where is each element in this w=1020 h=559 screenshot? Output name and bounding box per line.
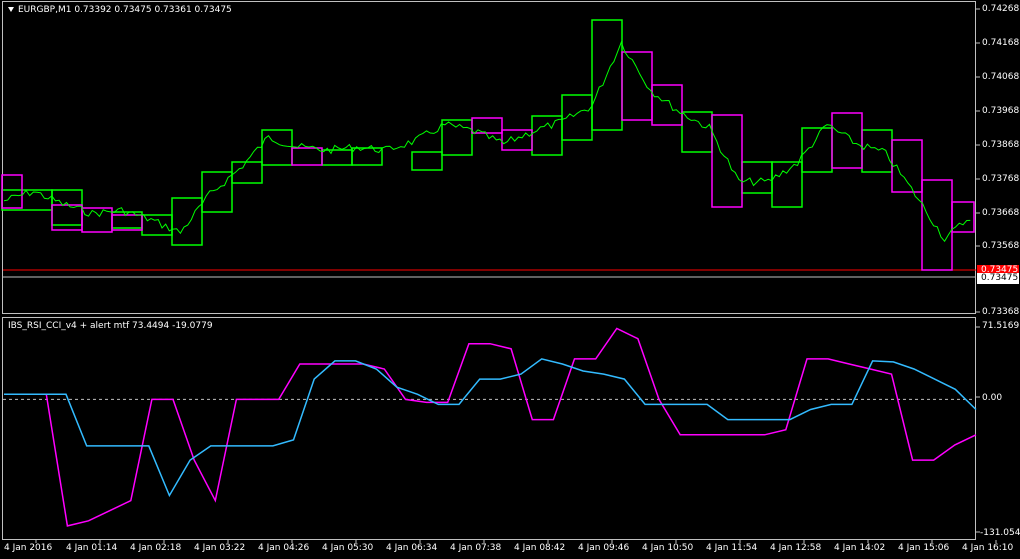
timeframe-box-magenta (711, 114, 743, 208)
timeframe-box-magenta (1, 174, 23, 209)
time-axis-label: 4 Jan 12:58 (770, 543, 822, 553)
price-axis-label: 0.73868 (982, 140, 1020, 150)
indicator-blue-line (4, 358, 977, 498)
timeframe-box-green (441, 119, 473, 156)
price-axis-label: 0.73568 (982, 241, 1020, 251)
time-axis-label: 4 Jan 01:14 (66, 543, 118, 553)
current-price-tag: 0.73475 (977, 273, 1019, 284)
time-axis-label: 4 Jan 15:06 (898, 543, 950, 553)
timeframe-box-magenta (651, 84, 683, 126)
timeframe-box-green (771, 161, 803, 208)
time-axis-label: 4 Jan 05:30 (322, 543, 374, 553)
timeframe-box-green (231, 161, 263, 184)
timeframe-box-green (51, 189, 83, 226)
timeframe-box-magenta (51, 204, 83, 231)
price-axis-label: 0.73768 (982, 174, 1020, 184)
timeframe-box-magenta (501, 129, 533, 151)
price-axis-label: 0.73968 (982, 106, 1020, 116)
timeframe-box-green (261, 129, 293, 166)
timeframe-box-magenta (621, 51, 653, 121)
time-axis-label: 4 Jan 2016 (4, 543, 53, 553)
indicator-magenta-line (4, 327, 977, 527)
timeframe-box-green (1, 189, 53, 211)
timeframe-box-magenta (891, 139, 923, 193)
timeframe-box-green (861, 129, 893, 173)
price-axis-label: 0.74068 (982, 72, 1020, 82)
timeframe-box-magenta (831, 112, 863, 169)
price-axis-label: 0.73368 (982, 307, 1020, 317)
timeframe-box-magenta (291, 147, 323, 166)
time-axis-label: 4 Jan 02:18 (130, 543, 182, 553)
timeframe-box-green (411, 151, 443, 171)
time-axis-label: 4 Jan 03:22 (194, 543, 246, 553)
price-axis-label: 0.74168 (982, 38, 1020, 48)
timeframe-box-magenta (921, 179, 953, 271)
price-series-line (3, 40, 971, 243)
timeframe-box-green (681, 111, 713, 153)
time-axis-label: 4 Jan 16:10 (962, 543, 1014, 553)
timeframe-box-green (141, 214, 173, 236)
timeframe-box-green (321, 149, 353, 166)
time-axis-label: 4 Jan 10:50 (642, 543, 694, 553)
time-axis-label: 4 Jan 14:02 (834, 543, 886, 553)
price-axis-label: 0.74268 (982, 4, 1020, 14)
indicator-axis-label: -131.0545 (980, 528, 1020, 538)
chart-canvas (1, 8, 997, 543)
timeframe-box-green (741, 161, 773, 194)
price-axis-label: 0.73668 (982, 208, 1020, 218)
indicator-axis-label: 71.5169 (982, 321, 1020, 331)
time-axis-label: 4 Jan 09:46 (578, 543, 630, 553)
timeframe-box-green (531, 115, 563, 156)
indicator-axis-label: 0.00 (982, 393, 1003, 403)
time-axis-label: 4 Jan 07:38 (450, 543, 502, 553)
timeframe-box-green (351, 147, 383, 166)
time-axis-label: 4 Jan 08:42 (514, 543, 566, 553)
timeframe-box-green (171, 197, 203, 246)
time-axis-label: 4 Jan 04:26 (258, 543, 310, 553)
time-axis-label: 4 Jan 06:34 (386, 543, 438, 553)
time-axis-label: 4 Jan 11:54 (706, 543, 758, 553)
